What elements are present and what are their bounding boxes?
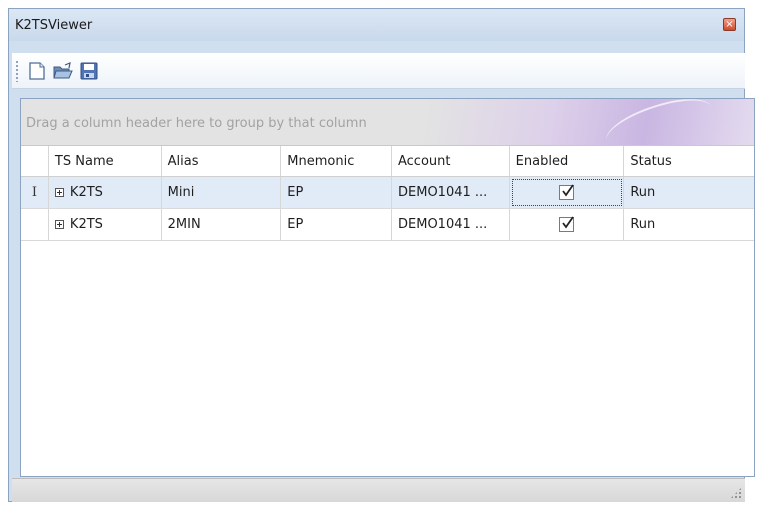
cell-mnemonic[interactable]: EP [281, 177, 392, 208]
cell-enabled[interactable] [510, 209, 625, 240]
k2tsviewer-window: K2TSViewer × Drag a column header here t… [8, 8, 755, 502]
cell-enabled[interactable] [510, 177, 625, 208]
ts-name-text: K2TS [69, 185, 103, 200]
row-indicator[interactable] [21, 209, 49, 240]
checkmark-icon [562, 184, 574, 197]
toolbar [12, 53, 745, 89]
enabled-checkbox[interactable] [559, 184, 575, 200]
close-button[interactable]: × [723, 18, 736, 31]
column-header-row: TS Name Alias Mnemonic Account Enabled S… [21, 146, 754, 177]
cell-account[interactable]: DEMO1041 ... [392, 177, 510, 208]
column-header-status[interactable]: Status [624, 146, 754, 176]
window-title: K2TSViewer [15, 18, 93, 33]
save-button[interactable] [78, 60, 100, 82]
table-row[interactable]: K2TS 2MIN EP DEMO1041 ... Run [21, 209, 754, 241]
row-indicator[interactable]: I [21, 177, 49, 208]
cell-status[interactable]: Run [624, 209, 754, 240]
title-bar[interactable]: K2TSViewer × [9, 9, 744, 41]
cell-ts-name[interactable]: K2TS [49, 209, 162, 240]
ts-name-text: K2TS [69, 217, 103, 232]
column-header-account[interactable]: Account [392, 146, 510, 176]
cell-account[interactable]: DEMO1041 ... [392, 209, 510, 240]
cell-status[interactable]: Run [624, 177, 754, 208]
row-indicator-header [21, 146, 49, 176]
column-header-mnemonic[interactable]: Mnemonic [281, 146, 392, 176]
data-grid: Drag a column header here to group by th… [20, 98, 755, 477]
open-folder-button[interactable] [52, 60, 74, 82]
status-bar [12, 478, 745, 502]
new-document-button[interactable] [26, 60, 48, 82]
cell-ts-name[interactable]: K2TS [49, 177, 162, 208]
group-by-panel[interactable]: Drag a column header here to group by th… [21, 99, 754, 160]
expand-icon[interactable] [54, 220, 64, 229]
open-folder-icon [53, 62, 73, 79]
edit-cursor-icon: I [31, 185, 38, 200]
new-document-icon [29, 62, 45, 80]
checkmark-icon [562, 216, 574, 229]
enabled-checkbox[interactable] [559, 216, 575, 232]
column-header-ts-name[interactable]: TS Name [49, 146, 162, 176]
toolbar-grip[interactable] [16, 60, 18, 82]
group-panel-hint: Drag a column header here to group by th… [26, 116, 367, 131]
resize-grip-icon[interactable] [730, 487, 742, 499]
cell-alias[interactable]: Mini [162, 177, 282, 208]
column-header-alias[interactable]: Alias [162, 146, 282, 176]
table-row[interactable]: I K2TS Mini EP DEMO1041 ... Run [21, 177, 754, 209]
close-icon: × [725, 19, 734, 30]
column-header-enabled[interactable]: Enabled [510, 146, 625, 176]
cell-mnemonic[interactable]: EP [281, 209, 392, 240]
expand-icon[interactable] [54, 188, 64, 197]
cell-alias[interactable]: 2MIN [162, 209, 282, 240]
save-icon [80, 62, 98, 80]
